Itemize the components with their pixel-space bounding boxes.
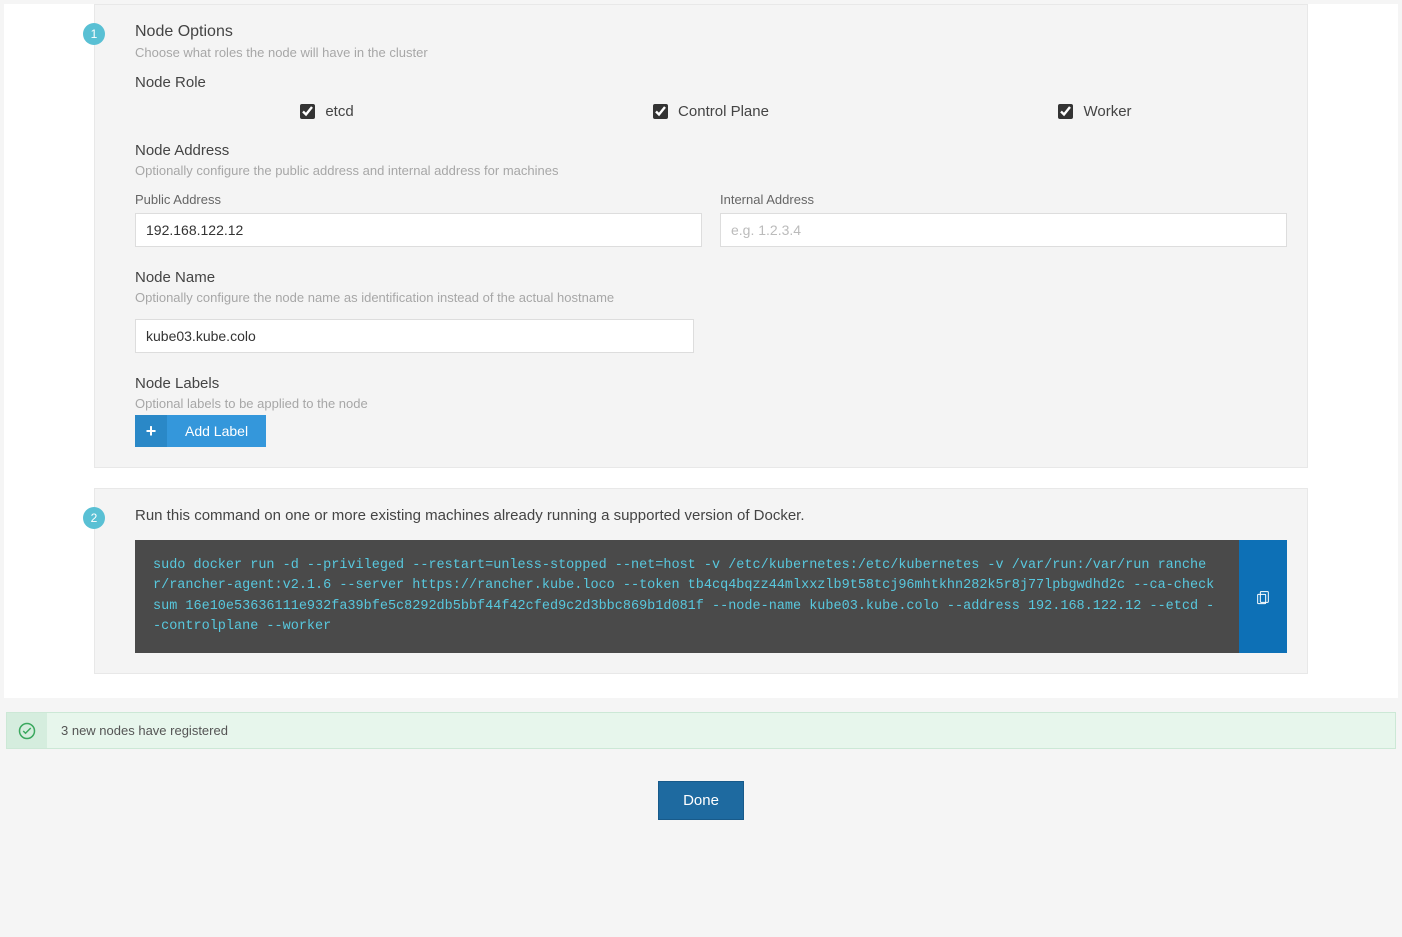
node-options-subtitle: Choose what roles the node will have in … <box>135 45 1287 60</box>
role-worker[interactable]: Worker <box>903 103 1287 120</box>
role-control-plane-checkbox[interactable] <box>653 104 668 119</box>
public-address-col: Public Address <box>135 192 702 247</box>
step-badge-2: 2 <box>83 507 105 529</box>
role-control-plane-label: Control Plane <box>678 103 769 120</box>
role-etcd[interactable]: etcd <box>135 103 519 120</box>
role-etcd-checkbox[interactable] <box>300 104 315 119</box>
clipboard-icon <box>1255 588 1271 606</box>
internal-address-label: Internal Address <box>720 192 1287 207</box>
node-role-row: etcd Control Plane Worker <box>135 103 1287 120</box>
step-run-command: 2 Run this command on one or more existi… <box>94 488 1308 674</box>
step-badge-1: 1 <box>83 23 105 45</box>
role-etcd-label: etcd <box>325 103 353 120</box>
role-control-plane[interactable]: Control Plane <box>519 103 903 120</box>
command-row: sudo docker run -d --privileged --restar… <box>135 540 1287 653</box>
public-address-input[interactable] <box>135 213 702 247</box>
copy-button[interactable] <box>1239 540 1287 653</box>
node-labels-subtitle: Optional labels to be applied to the nod… <box>135 396 1287 411</box>
role-worker-label: Worker <box>1083 103 1131 120</box>
internal-address-col: Internal Address <box>720 192 1287 247</box>
success-icon <box>7 713 47 748</box>
run-command-heading: Run this command on one or more existing… <box>135 507 1287 524</box>
add-label-button[interactable]: + Add Label <box>135 415 266 447</box>
node-labels-heading: Node Labels <box>135 375 1287 392</box>
node-options-title: Node Options <box>135 23 1287 41</box>
role-worker-checkbox[interactable] <box>1058 104 1073 119</box>
node-address-subtitle: Optionally configure the public address … <box>135 163 1287 178</box>
node-name-heading: Node Name <box>135 269 1287 286</box>
step-node-options: 1 Node Options Choose what roles the nod… <box>94 4 1308 468</box>
node-role-heading: Node Role <box>135 74 1287 91</box>
add-label-text: Add Label <box>167 415 266 447</box>
internal-address-input[interactable] <box>720 213 1287 247</box>
done-button[interactable]: Done <box>658 781 744 820</box>
alert-text: 3 new nodes have registered <box>47 713 242 748</box>
address-row: Public Address Internal Address <box>135 192 1287 247</box>
public-address-label: Public Address <box>135 192 702 207</box>
node-address-heading: Node Address <box>135 142 1287 159</box>
plus-icon: + <box>135 415 167 447</box>
node-name-subtitle: Optionally configure the node name as id… <box>135 290 1287 305</box>
command-text[interactable]: sudo docker run -d --privileged --restar… <box>135 540 1239 653</box>
node-name-input[interactable] <box>135 319 694 353</box>
nodes-registered-alert: 3 new nodes have registered <box>6 712 1396 749</box>
